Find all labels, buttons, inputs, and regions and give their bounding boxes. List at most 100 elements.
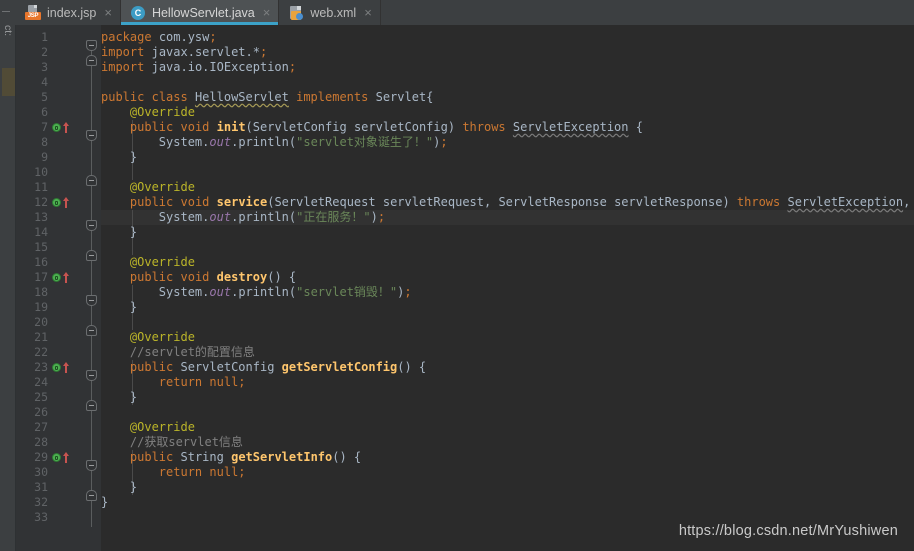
fold-toggle-destroy-end[interactable] — [86, 325, 97, 336]
tab-label: HellowServlet.java — [151, 5, 255, 20]
gutter-marker-group[interactable] — [52, 270, 74, 285]
line-number: 20 — [34, 315, 48, 329]
editor-gutter[interactable]: 1 2 3 4 5 6 7 8 9 10 11 12 13 14 15 16 1… — [16, 25, 101, 551]
gutter-marker-group[interactable] — [52, 120, 74, 135]
tool-strip-marker — [2, 68, 15, 96]
overriding-method-arrow-icon[interactable] — [62, 452, 69, 463]
fold-toggle-service-start[interactable] — [86, 220, 97, 231]
token-keyword: public — [129, 120, 174, 134]
overriding-method-arrow-icon[interactable] — [62, 122, 69, 133]
token-comment: //获取servlet信息 — [129, 435, 243, 449]
line-number: 33 — [34, 510, 48, 524]
line-number: 30 — [34, 465, 48, 479]
line-number: 5 — [41, 90, 48, 104]
token-type: ServletConfig — [180, 360, 275, 374]
token-annotation: @Override — [129, 420, 195, 434]
fold-toggle-getinfo-end[interactable] — [86, 490, 97, 501]
code-editor[interactable]: 1 2 3 4 5 6 7 8 9 10 11 12 13 14 15 16 1… — [16, 25, 914, 551]
overriding-method-arrow-icon[interactable] — [62, 272, 69, 283]
close-icon[interactable]: × — [364, 6, 372, 20]
token-string-literal: "servlet销毁！" — [296, 285, 398, 299]
token-keyword: null — [209, 375, 239, 389]
line-number: 10 — [34, 165, 48, 179]
fold-toggle-service-end[interactable] — [86, 250, 97, 261]
token-keyword: void — [180, 195, 210, 209]
token-keyword: import — [101, 60, 145, 74]
code-line: @Override — [101, 180, 914, 195]
implements-method-icon[interactable] — [52, 273, 61, 282]
line-number: 23 — [34, 360, 48, 374]
token-keyword: public — [129, 195, 174, 209]
line-number: 31 — [34, 480, 48, 494]
token-field: out — [209, 285, 232, 299]
implements-method-icon[interactable] — [52, 198, 61, 207]
line-number: 4 — [41, 75, 48, 89]
token-type: ServletResponse — [498, 195, 607, 209]
fold-toggle-init-start[interactable] — [86, 130, 97, 141]
line-number: 16 — [34, 255, 48, 269]
gutter-marker-group[interactable] — [52, 195, 74, 210]
code-folding-column[interactable] — [84, 25, 101, 551]
editor-text-area[interactable]: package com.ysw; import javax.servlet.*;… — [101, 25, 914, 551]
jsp-file-icon: JSP — [25, 4, 41, 21]
implements-method-icon[interactable] — [52, 123, 61, 132]
tab-hellowservlet-java[interactable]: C HellowServlet.java × — [120, 0, 279, 25]
code-line: @Override — [101, 420, 914, 435]
xml-file-icon — [288, 5, 304, 21]
code-lines: package com.ysw; import javax.servlet.*;… — [101, 30, 914, 525]
fold-toggle-imports-end[interactable] — [86, 55, 97, 66]
tab-label: index.jsp — [47, 5, 97, 20]
overriding-method-arrow-icon[interactable] — [62, 197, 69, 208]
code-line: } — [129, 480, 138, 494]
token-type: ServletRequest — [274, 195, 376, 209]
code-line: import java.io.IOException; — [101, 60, 297, 74]
fold-toggle-destroy-start[interactable] — [86, 295, 97, 306]
line-number: 24 — [34, 375, 48, 389]
fold-toggle-getinfo-start[interactable] — [86, 460, 97, 471]
token-keyword: package — [101, 30, 152, 44]
token-parameter: servletRequest — [382, 195, 484, 209]
code-line: package com.ysw; — [101, 30, 217, 44]
token-interface-name: Servlet — [375, 90, 427, 104]
token-keyword: import — [101, 45, 145, 59]
token-type: ServletException — [787, 195, 904, 209]
code-line: } — [129, 150, 138, 164]
implements-method-icon[interactable] — [52, 453, 61, 462]
token-method-name: service — [216, 195, 268, 209]
fold-toggle-getconfig-start[interactable] — [86, 370, 97, 381]
tab-web-xml[interactable]: web.xml × — [279, 0, 380, 25]
token-method-call: println — [238, 210, 289, 224]
line-number: 21 — [34, 330, 48, 344]
token-keyword: public — [129, 450, 174, 464]
code-line: public class HellowServlet implements Se… — [101, 90, 434, 104]
overriding-method-arrow-icon[interactable] — [62, 362, 69, 373]
tab-index-jsp[interactable]: JSP index.jsp × — [16, 0, 120, 25]
line-number: 14 — [34, 225, 48, 239]
token-method-name: destroy — [216, 270, 268, 284]
line-number: 3 — [41, 60, 48, 74]
code-line: @Override — [101, 105, 914, 120]
fold-toggle-getconfig-end[interactable] — [86, 400, 97, 411]
line-number: 27 — [34, 420, 48, 434]
token-class-ref: System — [158, 285, 203, 299]
token-keyword: class — [151, 90, 188, 104]
tab-divider — [379, 0, 381, 25]
gutter-marker-group[interactable] — [52, 450, 74, 465]
token-string-literal: "servlet对象诞生了！" — [296, 135, 434, 149]
fold-toggle-imports-start[interactable] — [86, 40, 97, 51]
fold-toggle-init-end[interactable] — [86, 175, 97, 186]
editor-tab-bar: JSP index.jsp × C HellowServlet.java × w… — [0, 0, 914, 25]
watermark-text: https://blog.csdn.net/MrYushiwen — [678, 523, 898, 539]
left-tool-window-strip[interactable]: ct: — [0, 25, 16, 551]
gutter-marker-group[interactable] — [52, 360, 74, 375]
close-icon[interactable]: × — [104, 6, 112, 20]
token-method-name: getServletInfo — [231, 450, 333, 464]
code-line: return null; — [158, 465, 246, 479]
implements-method-icon[interactable] — [52, 363, 61, 372]
project-tool-window-label[interactable]: ct: — [0, 25, 15, 36]
line-number: 17 — [34, 270, 48, 284]
close-icon[interactable]: × — [263, 6, 271, 20]
token-comment: //servlet的配置信息 — [129, 345, 255, 359]
